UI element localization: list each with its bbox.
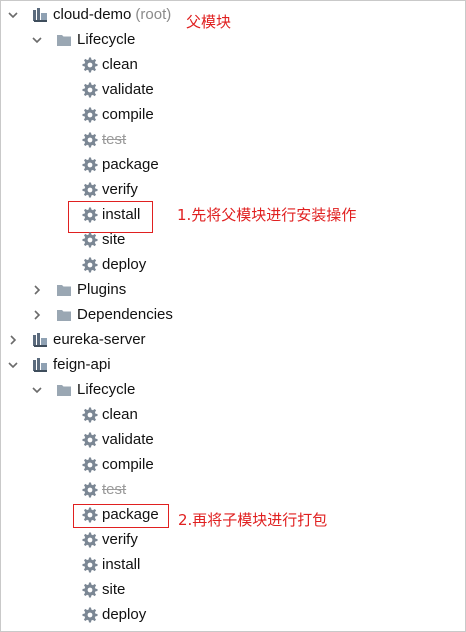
phase-label: test: [102, 131, 127, 148]
phase-label: site: [102, 581, 126, 598]
lifecycle-phase-verify[interactable]: verify: [0, 527, 460, 552]
lifecycle-folder-icon: [56, 32, 72, 48]
chevron-down-icon[interactable]: [6, 358, 20, 372]
module-name: feign-api: [53, 356, 111, 373]
plugins-label: Plugins: [77, 281, 127, 298]
lifecycle-phase-test[interactable]: test: [0, 127, 460, 152]
gear-icon: [82, 132, 98, 148]
lifecycle-phase-compile[interactable]: compile: [0, 452, 460, 477]
lifecycle-phase-deploy[interactable]: deploy: [0, 252, 460, 277]
phase-label: clean: [102, 406, 138, 423]
lifecycle-phase-verify[interactable]: verify: [0, 177, 460, 202]
chevron-right-icon[interactable]: [30, 308, 44, 322]
tree-node-lifecycle[interactable]: Lifecycle: [0, 27, 460, 52]
lifecycle-phase-clean[interactable]: clean: [0, 52, 460, 77]
phase-label: package: [102, 156, 159, 173]
plugins-folder-icon: [56, 282, 72, 298]
chevron-right-icon[interactable]: [6, 333, 20, 347]
lifecycle-phase-test[interactable]: test: [0, 477, 460, 502]
highlight-box-package: [73, 504, 169, 528]
gear-icon: [82, 582, 98, 598]
lifecycle-folder-icon: [56, 382, 72, 398]
phase-label: compile: [102, 456, 154, 473]
root-suffix: (root): [135, 6, 172, 23]
gear-icon: [82, 532, 98, 548]
phase-label: validate: [102, 431, 154, 448]
phase-label: deploy: [102, 256, 147, 273]
module-name: cloud-demo: [53, 6, 132, 23]
gear-icon: [82, 157, 98, 173]
lifecycle-label: Lifecycle: [77, 31, 136, 48]
gear-icon: [82, 432, 98, 448]
phase-label: test: [102, 481, 127, 498]
phase-label: validate: [102, 81, 154, 98]
phase-label: install: [102, 556, 141, 573]
chevron-right-icon[interactable]: [30, 283, 44, 297]
lifecycle-phase-package[interactable]: package: [0, 152, 460, 177]
tree-node-lifecycle[interactable]: Lifecycle: [0, 377, 460, 402]
chevron-down-icon[interactable]: [30, 33, 44, 47]
lifecycle-label: Lifecycle: [77, 381, 136, 398]
gear-icon: [82, 232, 98, 248]
gear-icon: [82, 607, 98, 623]
maven-module-icon: [32, 332, 48, 348]
phase-label: clean: [102, 56, 138, 73]
lifecycle-phase-clean[interactable]: clean: [0, 402, 460, 427]
lifecycle-phase-validate[interactable]: validate: [0, 427, 460, 452]
phase-label: verify: [102, 181, 138, 198]
chevron-down-icon[interactable]: [6, 8, 20, 22]
phase-label: site: [102, 231, 126, 248]
annotation-step1: 1.先将父模块进行安装操作: [177, 206, 357, 224]
gear-icon: [82, 457, 98, 473]
gear-icon: [82, 57, 98, 73]
tree-node-eureka-server[interactable]: eureka-server: [0, 327, 460, 352]
maven-module-icon: [32, 7, 48, 23]
maven-module-icon: [32, 357, 48, 373]
lifecycle-phase-install[interactable]: install: [0, 552, 460, 577]
lifecycle-phase-site[interactable]: site: [0, 227, 460, 252]
dependencies-folder-icon: [56, 307, 72, 323]
phase-label: deploy: [102, 606, 147, 623]
lifecycle-phase-site[interactable]: site: [0, 577, 460, 602]
tree-node-feign-api[interactable]: feign-api: [0, 352, 460, 377]
gear-icon: [82, 407, 98, 423]
tree-node-plugins[interactable]: Plugins: [0, 277, 460, 302]
phase-label: compile: [102, 106, 154, 123]
gear-icon: [82, 257, 98, 273]
chevron-down-icon[interactable]: [30, 383, 44, 397]
gear-icon: [82, 107, 98, 123]
gear-icon: [82, 482, 98, 498]
phase-label: verify: [102, 531, 138, 548]
lifecycle-phase-validate[interactable]: validate: [0, 77, 460, 102]
module-name: eureka-server: [53, 331, 146, 348]
gear-icon: [82, 557, 98, 573]
gear-icon: [82, 82, 98, 98]
dependencies-label: Dependencies: [77, 306, 173, 323]
tree-node-dependencies[interactable]: Dependencies: [0, 302, 460, 327]
gear-icon: [82, 182, 98, 198]
lifecycle-phase-deploy[interactable]: deploy: [0, 602, 460, 627]
lifecycle-phase-compile[interactable]: compile: [0, 102, 460, 127]
